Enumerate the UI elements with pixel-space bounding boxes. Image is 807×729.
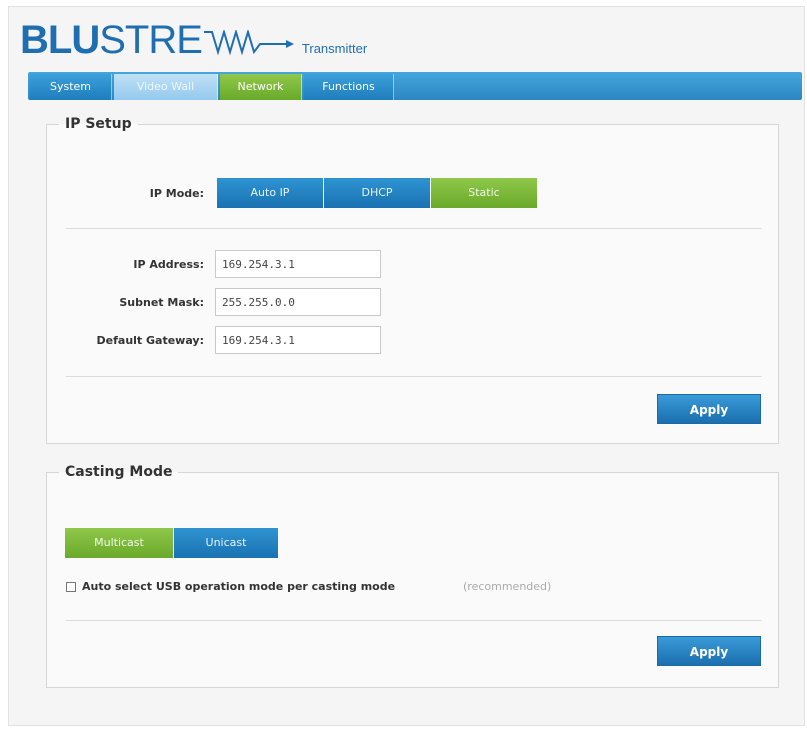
ip-mode-dhcp-button[interactable]: DHCP	[324, 178, 430, 208]
subnet-mask-label: Subnet Mask:	[119, 296, 204, 309]
tab-video-wall[interactable]: Video Wall	[114, 74, 218, 100]
casting-multicast-button[interactable]: Multicast	[65, 528, 173, 558]
auto-usb-mode-note: (recommended)	[463, 580, 552, 593]
ip-setup-title: IP Setup	[65, 116, 132, 132]
ip-address-label: IP Address:	[133, 258, 204, 271]
casting-divider	[66, 620, 762, 621]
casting-apply-button[interactable]: Apply	[657, 636, 761, 666]
logo-wordmark: BLUSTRE	[20, 18, 203, 62]
auto-usb-mode-checkbox[interactable]	[66, 582, 76, 592]
tab-network[interactable]: Network	[220, 74, 302, 100]
brand-logo: BLUSTRE Transmitter	[20, 14, 367, 60]
tab-system[interactable]: System	[30, 74, 112, 100]
ip-setup-divider	[66, 228, 762, 229]
subnet-mask-input[interactable]	[215, 288, 381, 316]
casting-unicast-button[interactable]: Unicast	[174, 528, 278, 558]
default-gateway-label: Default Gateway:	[96, 334, 204, 347]
main-tab-bar: System Video Wall Network Functions	[28, 72, 802, 100]
auto-usb-mode-label: Auto select USB operation mode per casti…	[82, 580, 396, 593]
ip-mode-auto-ip-button[interactable]: Auto IP	[217, 178, 323, 208]
ip-mode-static-button[interactable]: Static	[431, 178, 537, 208]
device-type-label: Transmitter	[301, 41, 368, 56]
ip-mode-label: IP Mode:	[149, 187, 204, 200]
ip-setup-divider-2	[66, 376, 762, 377]
default-gateway-input[interactable]	[215, 326, 381, 354]
ip-address-input[interactable]	[215, 250, 381, 278]
casting-mode-title: Casting Mode	[65, 464, 173, 480]
tab-functions[interactable]: Functions	[304, 74, 394, 100]
ip-setup-apply-button[interactable]: Apply	[657, 394, 761, 424]
wave-arrow-icon	[203, 30, 294, 56]
